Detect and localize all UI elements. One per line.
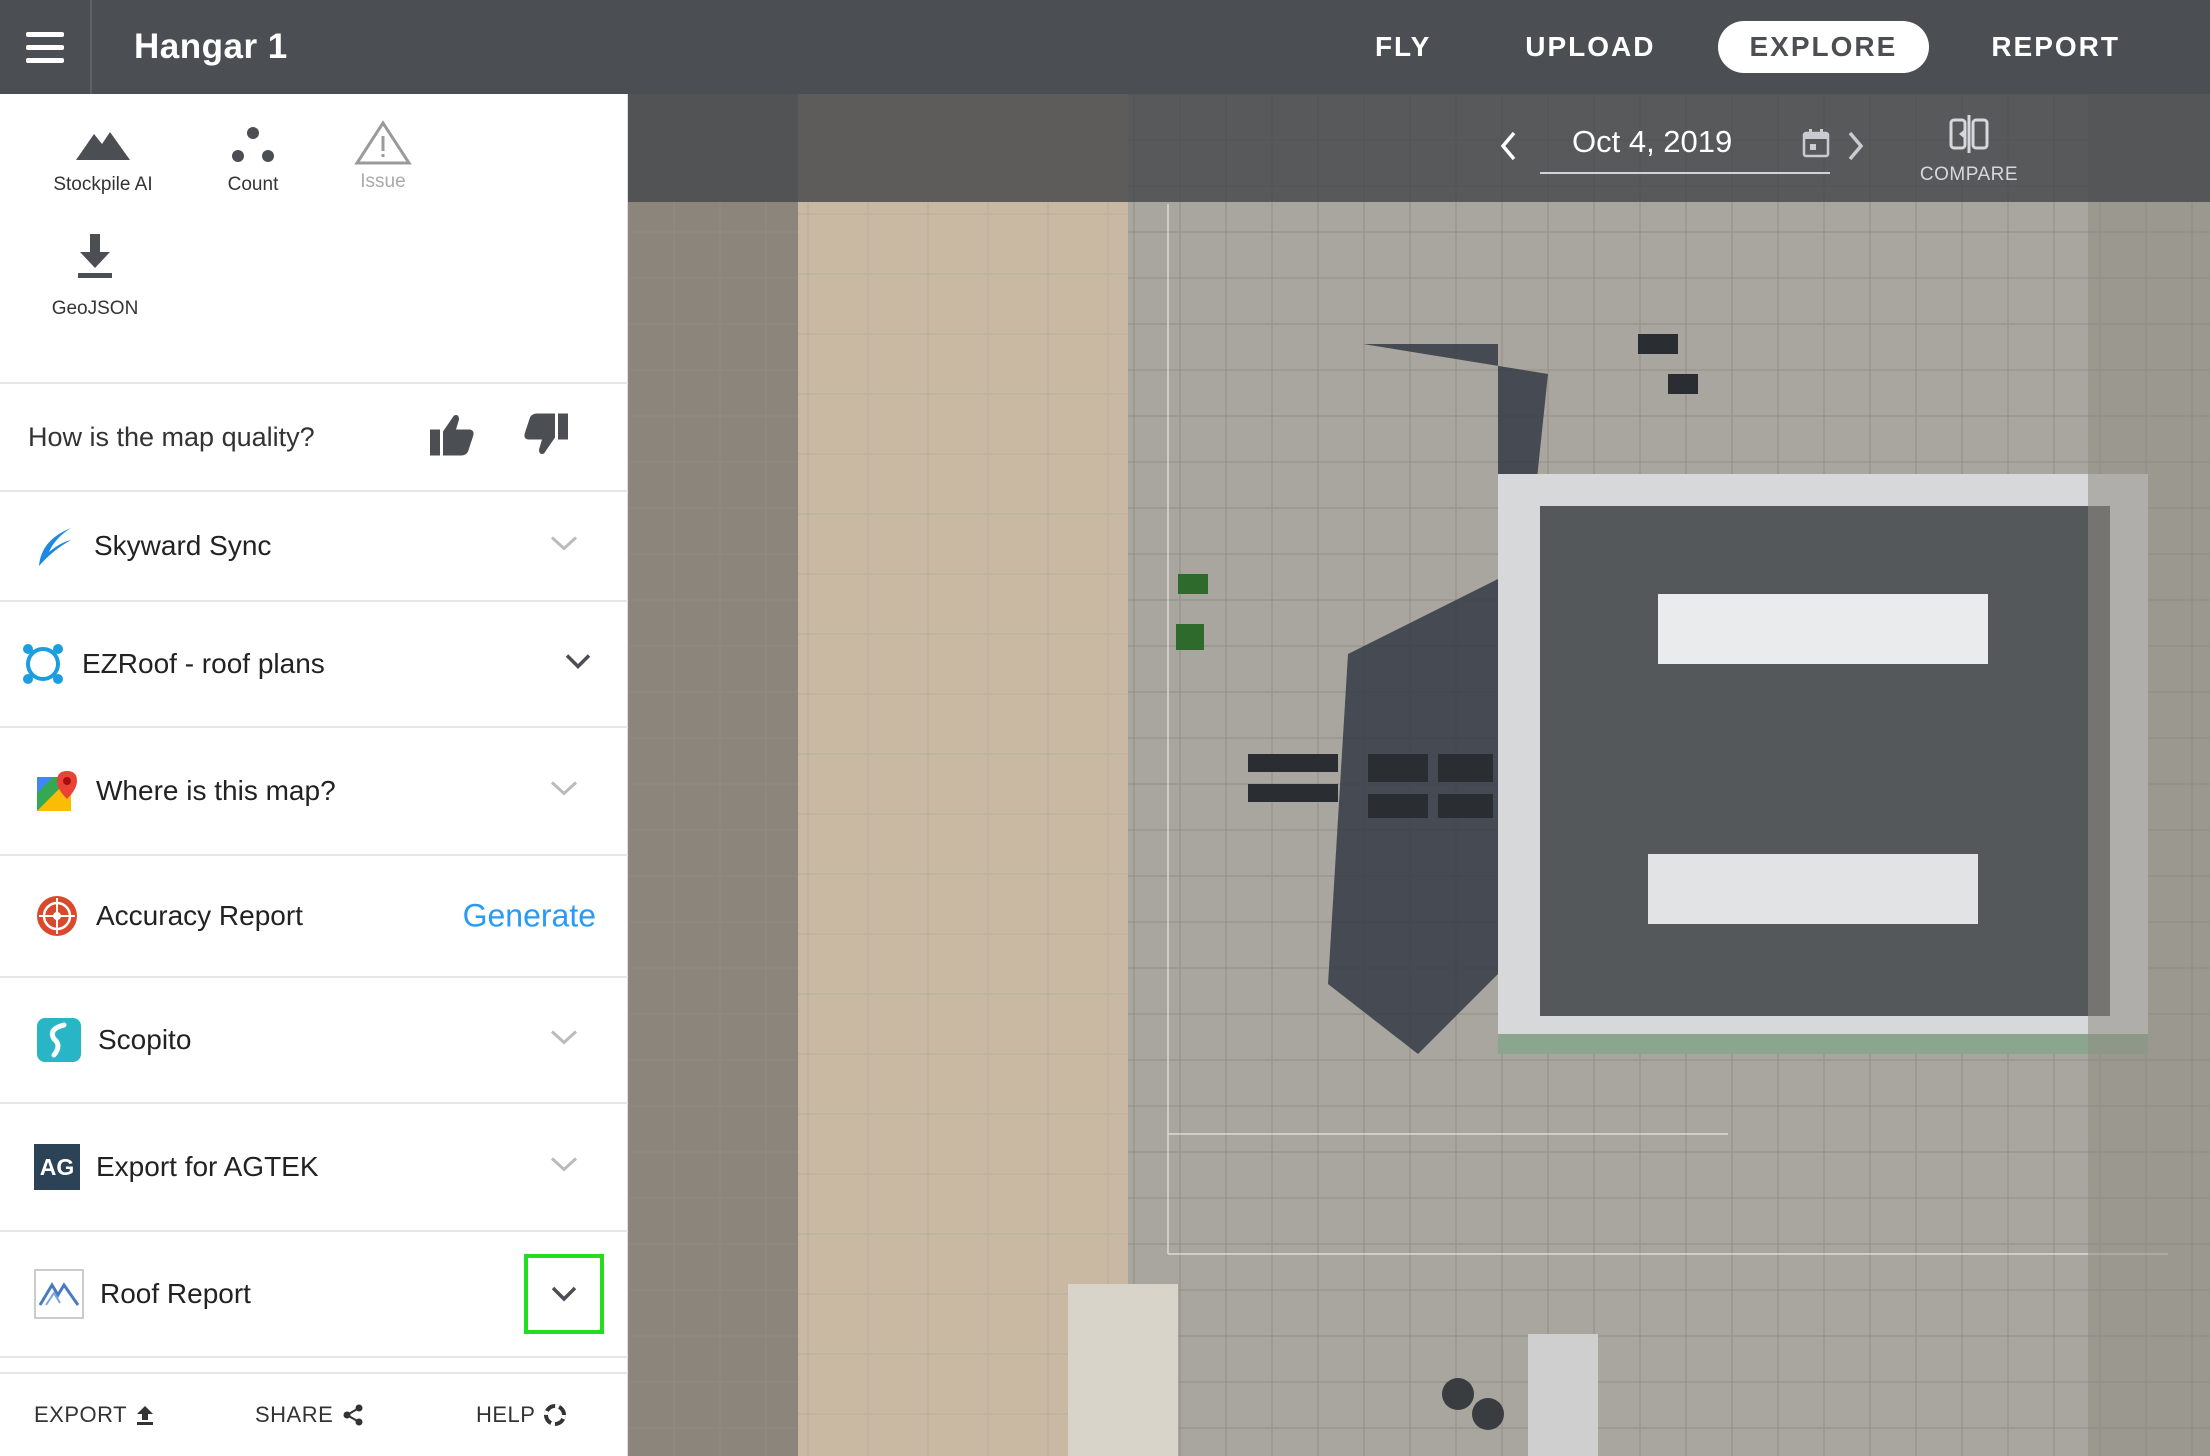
ezroof-logo-icon — [20, 641, 66, 687]
integration-label: Scopito — [98, 1024, 192, 1055]
integration-where-is-this-map[interactable]: Where is this map? — [0, 726, 628, 854]
chevron-down-icon[interactable] — [564, 653, 592, 676]
roof-report-logo-icon — [34, 1269, 84, 1319]
map-viewport[interactable]: Oct 4, 2019 COMPARE — [628, 94, 2210, 1456]
tool-geojson[interactable]: GeoJSON — [20, 232, 170, 320]
map-quality-question: How is the map quality? — [28, 421, 315, 452]
current-date: Oct 4, 2019 — [1572, 124, 1733, 159]
nav-upload[interactable]: UPLOAD — [1493, 21, 1687, 73]
previous-date-button[interactable] — [1498, 130, 1518, 167]
agtek-logo-icon: AG — [34, 1144, 80, 1190]
main-nav: FLY UPLOAD EXPLORE REPORT — [1313, 0, 2152, 94]
roof-report-expand-button[interactable] — [524, 1254, 604, 1334]
integration-label: Where is this map? — [96, 775, 336, 806]
app-root: Hangar 1 FLY UPLOAD EXPLORE REPORT Stock… — [0, 0, 2210, 1456]
integration-skyward-sync[interactable]: Skyward Sync — [0, 490, 628, 600]
map-quality-row: How is the map quality? — [0, 382, 628, 490]
sidebar: Stockpile AI Count Issue GeoJSON How is … — [0, 94, 628, 1456]
date-picker[interactable]: Oct 4, 2019 — [1540, 112, 1830, 174]
calendar-icon[interactable] — [1802, 128, 1830, 166]
top-bar: Hangar 1 FLY UPLOAD EXPLORE REPORT — [0, 0, 2210, 94]
compare-button[interactable]: COMPARE — [1914, 114, 2024, 186]
integration-scopito[interactable]: Scopito — [0, 976, 628, 1102]
skyward-logo-icon — [32, 523, 78, 569]
upload-icon — [137, 1406, 154, 1425]
generate-accuracy-report-link[interactable]: Generate — [463, 898, 596, 935]
help-button[interactable]: HELP — [476, 1402, 567, 1428]
next-date-button[interactable] — [1846, 130, 1866, 167]
compare-icon — [1949, 115, 1989, 153]
tool-issue[interactable]: Issue — [308, 120, 458, 193]
google-maps-icon — [34, 768, 80, 814]
thumbs-up-icon[interactable] — [428, 412, 476, 463]
help-label: HELP — [476, 1402, 536, 1427]
chevron-down-icon[interactable] — [550, 536, 578, 557]
tool-stockpile-ai[interactable]: Stockpile AI — [28, 124, 178, 196]
integration-label: Export for AGTEK — [96, 1151, 319, 1182]
map-quality-feedback — [428, 412, 570, 463]
tool-count[interactable]: Count — [178, 124, 328, 196]
integration-label: Roof Report — [100, 1278, 251, 1309]
accuracy-target-icon — [34, 893, 80, 939]
date-bar: Oct 4, 2019 COMPARE — [628, 94, 2210, 202]
tool-grid: Stockpile AI Count Issue GeoJSON — [0, 94, 628, 384]
download-icon — [78, 234, 112, 278]
chevron-down-icon[interactable] — [550, 1030, 578, 1051]
integration-label: Accuracy Report — [96, 900, 303, 931]
integration-roof-report[interactable]: Roof Report — [0, 1230, 628, 1358]
help-lifebuoy-icon — [544, 1404, 567, 1426]
nav-report[interactable]: REPORT — [1959, 21, 2152, 73]
aerial-map-image[interactable] — [628, 94, 2210, 1456]
chevron-right-icon — [1848, 131, 1864, 161]
sidebar-footer: EXPORT SHARE HELP — [0, 1372, 628, 1456]
integration-agtek[interactable]: AG Export for AGTEK — [0, 1102, 628, 1230]
nav-explore[interactable]: EXPLORE — [1717, 21, 1930, 73]
integration-label: EZRoof - roof plans — [82, 648, 325, 679]
export-label: EXPORT — [34, 1402, 128, 1427]
scopito-logo-icon — [36, 1017, 82, 1063]
nav-fly[interactable]: FLY — [1343, 21, 1463, 73]
chevron-down-icon[interactable] — [550, 781, 578, 802]
thumbs-down-icon[interactable] — [522, 412, 570, 463]
integration-label: Skyward Sync — [94, 530, 272, 561]
mountain-icon — [76, 132, 130, 160]
dots-icon — [232, 127, 274, 162]
chevron-left-icon — [1500, 131, 1516, 161]
menu-icon[interactable] — [0, 0, 92, 94]
share-icon — [343, 1404, 363, 1426]
integration-ezroof[interactable]: EZRoof - roof plans — [0, 600, 628, 726]
share-label: SHARE — [255, 1402, 334, 1427]
share-button[interactable]: SHARE — [255, 1402, 365, 1428]
chevron-down-icon — [551, 1286, 577, 1302]
project-title: Hangar 1 — [134, 27, 288, 66]
export-button[interactable]: EXPORT — [34, 1402, 155, 1428]
warning-icon — [354, 120, 412, 165]
chevron-down-icon[interactable] — [550, 1157, 578, 1178]
integration-accuracy-report: Accuracy Report Generate — [0, 854, 628, 976]
